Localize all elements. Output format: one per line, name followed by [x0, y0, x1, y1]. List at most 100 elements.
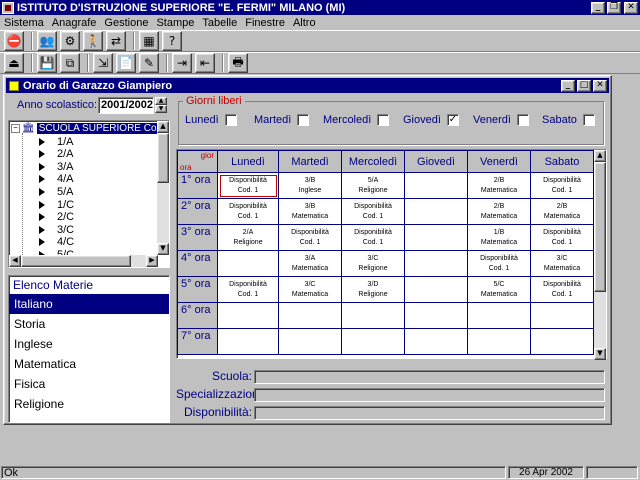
scroll-right-icon[interactable]: ▶ — [146, 255, 158, 267]
subject-item[interactable]: Religione — [9, 394, 169, 414]
schedule-cell[interactable]: 2/B Matematica — [530, 198, 594, 225]
schedule-cell[interactable] — [278, 302, 342, 329]
schedule-cell[interactable] — [404, 302, 468, 329]
subject-item[interactable]: Inglese — [9, 334, 169, 354]
tree-item-class[interactable]: 5/C — [39, 248, 74, 255]
schedule-cell[interactable] — [217, 302, 279, 329]
free-day-checkbox[interactable] — [516, 114, 529, 126]
schedule-cell[interactable]: 3/B Inglese — [278, 172, 342, 199]
sync-button[interactable]: ⇄ — [106, 31, 126, 51]
class-tree[interactable]: − 🏛 SCUOLA SUPERIORE Compl 1/A2/A3/A4/A5… — [8, 120, 170, 268]
menu-anagrafe[interactable]: Anagrafe — [52, 17, 97, 29]
schedule-cell[interactable]: 5/C Matematica — [467, 276, 531, 303]
schedule-cell[interactable]: 3/C Religione — [341, 250, 405, 277]
schedule-cell[interactable]: Disponibilità Cod. 1 — [530, 172, 594, 199]
back-button[interactable]: ⇤ — [195, 53, 215, 73]
grid-scroll-down-icon[interactable]: ▼ — [594, 348, 606, 360]
menu-sistema[interactable]: Sistema — [4, 17, 44, 29]
tree-item-class[interactable]: 1/A — [39, 135, 74, 148]
subject-list[interactable]: Elenco Materie Italiano Storia Inglese Mate… — [8, 275, 170, 423]
free-day-checkbox[interactable] — [582, 114, 595, 126]
schedule-cell[interactable] — [404, 250, 468, 277]
grid-scroll-thumb[interactable] — [594, 162, 606, 292]
save-button[interactable]: 💾 — [37, 53, 57, 73]
free-day-checkbox[interactable]: ✓ — [446, 114, 459, 126]
free-day-lunedi[interactable]: Lunedì — [185, 114, 237, 126]
menu-finestre[interactable]: Finestre — [245, 17, 285, 29]
tree-item-class[interactable]: 3/C — [39, 223, 74, 236]
window-minimize-button[interactable]: _ — [561, 79, 575, 92]
schedule-cell[interactable]: 5/A Religione — [341, 172, 405, 199]
year-spinner[interactable]: ▲ ▼ — [155, 97, 167, 114]
expand-arrow-icon[interactable] — [39, 200, 45, 209]
schedule-cell[interactable] — [341, 302, 405, 329]
expand-arrow-icon[interactable] — [39, 162, 45, 171]
free-day-checkbox[interactable] — [377, 114, 390, 126]
schedule-cell[interactable] — [404, 328, 468, 355]
grid-day-header[interactable]: Sabato — [530, 150, 594, 173]
subject-item[interactable]: Italiano — [9, 294, 169, 314]
schedule-cell[interactable] — [467, 302, 531, 329]
edit-button[interactable]: ✎ — [139, 53, 159, 73]
grid-day-header[interactable]: Giovedì — [404, 150, 468, 173]
free-day-checkbox[interactable] — [297, 114, 310, 126]
window-close-button[interactable]: ✕ — [593, 79, 607, 92]
exit-button[interactable]: ⏏ — [4, 53, 24, 73]
free-day-mercoledi[interactable]: Mercoledì — [323, 114, 390, 126]
tree-item-class[interactable]: 4/C — [39, 236, 74, 249]
import-button[interactable]: ⇲ — [93, 53, 113, 73]
copy-button[interactable]: ⧉ — [60, 53, 80, 73]
year-field[interactable]: 2001/2002 — [98, 97, 154, 114]
spin-up-icon[interactable]: ▲ — [155, 97, 167, 105]
tree-item-class[interactable]: 3/A — [39, 160, 74, 173]
schedule-cell[interactable] — [530, 302, 594, 329]
expand-arrow-icon[interactable] — [39, 225, 45, 234]
schedule-cell[interactable]: 3/D Religione — [341, 276, 405, 303]
schedule-cell[interactable]: Disponibilità Cod. 1 — [278, 224, 342, 251]
forward-button[interactable]: ⇥ — [172, 53, 192, 73]
menu-tabelle[interactable]: Tabelle — [202, 17, 237, 29]
schedule-cell[interactable]: 3/A Matematica — [278, 250, 342, 277]
scroll-thumb-h[interactable] — [21, 255, 131, 267]
menu-stampe[interactable]: Stampe — [156, 17, 194, 29]
schedule-cell[interactable] — [341, 328, 405, 355]
schedule-cell[interactable]: Disponibilità Cod. 1 — [217, 198, 279, 225]
subject-item[interactable]: Storia — [9, 314, 169, 334]
subject-item[interactable]: Matematica — [9, 354, 169, 374]
schedule-cell[interactable]: 2/B Matematica — [467, 198, 531, 225]
schedule-cell[interactable] — [404, 224, 468, 251]
grid-day-header[interactable]: Martedì — [278, 150, 342, 173]
menu-altro[interactable]: Altro — [293, 17, 316, 29]
expand-arrow-icon[interactable] — [39, 213, 45, 222]
tree-item-class[interactable]: 4/A — [39, 173, 74, 186]
tree-item-class[interactable]: 2/A — [39, 148, 74, 161]
window-maximize-button[interactable]: □ — [577, 79, 591, 92]
person-button[interactable]: 🚶 — [83, 31, 103, 51]
schedule-cell[interactable]: 3/C Matematica — [530, 250, 594, 277]
schedule-cell[interactable] — [278, 328, 342, 355]
scroll-down-icon[interactable]: ▼ — [157, 243, 169, 255]
schedule-cell[interactable] — [217, 328, 279, 355]
spin-down-icon[interactable]: ▼ — [155, 105, 167, 113]
schedule-grid[interactable]: gior ora Lunedì Martedì Mercoledì Giovedì Vene… — [176, 149, 607, 360]
expand-arrow-icon[interactable] — [39, 137, 45, 146]
schedule-cell[interactable]: Disponibilità Cod. 1 — [530, 224, 594, 251]
settings-button[interactable]: ⚙ — [60, 31, 80, 51]
document-button[interactable]: 📄 — [116, 53, 136, 73]
grid-button[interactable]: ▦ — [139, 31, 159, 51]
tree-horizontal-scrollbar[interactable]: ◀ ▶ — [9, 255, 158, 267]
free-day-venerdi[interactable]: Venerdì — [473, 114, 529, 126]
schedule-cell[interactable]: Disponibilità Cod. 1 — [530, 276, 594, 303]
free-day-martedi[interactable]: Martedì — [254, 114, 310, 126]
schedule-cell[interactable]: 3/C Matematica — [278, 276, 342, 303]
users-button[interactable]: 👥 — [37, 31, 57, 51]
schedule-cell[interactable]: Disponibilità Cod. 1 — [217, 172, 279, 199]
print-button[interactable]: 🖶 — [228, 53, 248, 73]
help-button[interactable]: ? — [162, 31, 182, 51]
expand-arrow-icon[interactable] — [39, 175, 45, 184]
subject-item[interactable]: Fisica — [9, 374, 169, 394]
schedule-cell[interactable] — [217, 250, 279, 277]
schedule-cell[interactable] — [530, 328, 594, 355]
schedule-cell[interactable]: Disponibilità Cod. 1 — [217, 276, 279, 303]
close-button[interactable]: ✕ — [624, 1, 638, 14]
